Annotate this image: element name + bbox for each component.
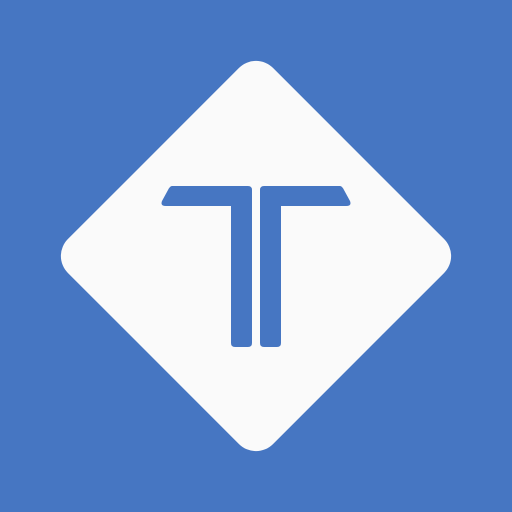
t-logo-icon: [0, 0, 512, 512]
app-icon: [0, 0, 512, 512]
